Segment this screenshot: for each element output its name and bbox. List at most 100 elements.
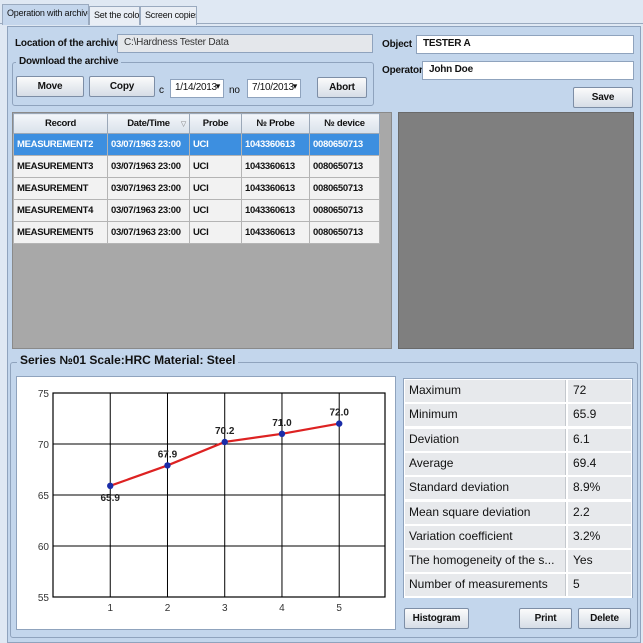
print-button[interactable]: Print <box>519 608 572 629</box>
stat-row: Deviation 6.1 <box>404 428 632 452</box>
chevron-down-icon: ▾ <box>292 81 298 91</box>
line-chart: 55 60 65 70 75 1 2 3 4 5 65.9 67.9 70.2 71.0 72.0 <box>38 389 386 614</box>
column-header-probe-no[interactable]: № Probe <box>241 113 310 134</box>
cell-probe-no: 1043360613 <box>241 199 310 222</box>
cell-record: MEASUREMENT4 <box>13 199 108 222</box>
cell-datetime: 03/07/1963 23:00 <box>107 133 190 156</box>
table-row[interactable]: MEASUREMENT 03/07/1963 23:00 UCI 1043360… <box>13 177 380 200</box>
cell-probe: UCI <box>189 221 242 244</box>
stat-name: Standard deviation <box>405 477 566 500</box>
stat-value: 6.1 <box>568 428 631 451</box>
cell-probe: UCI <box>189 177 242 200</box>
data-point <box>164 462 171 469</box>
cell-probe-no: 1043360613 <box>241 177 310 200</box>
move-button[interactable]: Move <box>16 76 84 97</box>
copy-button[interactable]: Copy <box>89 76 155 97</box>
y-tick-label: 65 <box>38 491 50 502</box>
date-from-value: 1/14/2013 <box>175 82 217 93</box>
cell-device-no: 0080650713 <box>309 155 380 178</box>
column-header-device-no[interactable]: № device <box>309 113 380 134</box>
stat-value: 69.4 <box>568 452 631 475</box>
stat-name: Minimum <box>405 404 566 427</box>
stat-value: 65.9 <box>568 404 631 427</box>
operator-field[interactable]: John Doe <box>422 61 634 80</box>
histogram-button[interactable]: Histogram <box>404 608 469 629</box>
stat-value: 8.9% <box>568 477 631 500</box>
abort-button[interactable]: Abort <box>317 77 367 98</box>
date-from-picker[interactable]: 1/14/2013 ▾ <box>170 79 224 98</box>
x-tick-label: 1 <box>107 603 113 614</box>
x-tick-label: 3 <box>222 603 228 614</box>
chevron-down-icon: ▾ <box>215 81 221 91</box>
column-header-record[interactable]: Record <box>13 113 108 134</box>
stat-row: Number of measurements 5 <box>404 573 632 598</box>
cell-probe-no: 1043360613 <box>241 155 310 178</box>
sort-icon: ▽ <box>180 121 186 128</box>
cell-record: MEASUREMENT <box>13 177 108 200</box>
cell-record: MEASUREMENT3 <box>13 155 108 178</box>
grid-header: Record Date/Time ▽ Probe № Probe № device <box>13 113 380 134</box>
stat-name: The homogeneity of the s... <box>405 550 566 573</box>
x-tick-label: 5 <box>336 603 342 614</box>
data-label: 67.9 <box>158 449 178 460</box>
data-point <box>221 438 228 446</box>
to-label: no <box>229 85 240 96</box>
y-tick-label: 70 <box>38 440 50 451</box>
stat-name: Average <box>405 452 566 475</box>
cell-device-no: 0080650713 <box>309 199 380 222</box>
cell-record: MEASUREMENT5 <box>13 221 108 244</box>
cell-probe-no: 1043360613 <box>241 221 310 244</box>
tab-set-the-color[interactable]: Set the color <box>89 6 140 25</box>
series-title: Series №01 Scale:HRC Material: Steel <box>17 353 239 367</box>
column-header-datetime-label: Date/Time <box>127 118 170 129</box>
data-point <box>278 430 286 437</box>
y-tick-label: 55 <box>38 593 50 604</box>
stat-row: The homogeneity of the s... Yes <box>404 549 632 574</box>
delete-button[interactable]: Delete <box>578 608 631 629</box>
y-tick-label: 75 <box>38 389 50 400</box>
cell-probe: UCI <box>189 155 242 178</box>
stat-name: Deviation <box>405 428 566 451</box>
tab-screen-copies[interactable]: Screen copies <box>140 6 197 25</box>
date-to-value: 7/10/2013 <box>252 82 294 93</box>
stat-name: Variation coefficient <box>405 525 566 548</box>
column-header-probe[interactable]: Probe <box>189 113 242 134</box>
cell-device-no: 0080650713 <box>309 133 380 156</box>
stat-name: Maximum <box>405 380 566 402</box>
download-group-title: Download the archive <box>16 56 122 67</box>
y-tick-label: 60 <box>38 542 50 553</box>
data-label: 70.2 <box>215 426 235 437</box>
tab-operation-with-archive[interactable]: Operation with archive <box>2 4 89 25</box>
tab-strip: Operation with archive Set the color Scr… <box>0 0 643 25</box>
x-tick-label: 2 <box>165 603 171 614</box>
date-to-picker[interactable]: 7/10/2013 ▾ <box>247 79 301 98</box>
stat-name: Number of measurements <box>405 574 566 597</box>
operator-label: Operator <box>382 65 423 76</box>
stat-value: Yes <box>568 550 631 573</box>
cell-device-no: 0080650713 <box>309 177 380 200</box>
cell-datetime: 03/07/1963 23:00 <box>107 221 190 244</box>
stat-row: Variation coefficient 3.2% <box>404 525 632 550</box>
cell-record: MEASUREMENT2 <box>13 133 108 156</box>
data-label: 71.0 <box>272 418 292 429</box>
statistics-table: Maximum 72 Minimum 65.9 Deviation 6.1 Average 6… <box>403 378 633 598</box>
table-row[interactable]: MEASUREMENT5 03/07/1963 23:00 UCI 104336… <box>13 221 380 244</box>
stat-row: Maximum 72 <box>404 379 632 404</box>
object-field[interactable]: TESTER A <box>416 35 634 54</box>
data-point <box>336 420 343 427</box>
cell-datetime: 03/07/1963 23:00 <box>107 199 190 222</box>
table-row[interactable]: MEASUREMENT4 03/07/1963 23:00 UCI 104336… <box>13 199 380 222</box>
cell-device-no: 0080650713 <box>309 221 380 244</box>
column-header-datetime[interactable]: Date/Time ▽ <box>107 113 190 134</box>
object-label: Object <box>382 39 412 50</box>
stat-value: 72 <box>568 380 631 402</box>
x-tick-label: 4 <box>279 603 285 614</box>
location-label: Location of the archive <box>15 38 120 49</box>
location-field[interactable]: C:\Hardness Tester Data <box>117 34 373 53</box>
table-row[interactable]: MEASUREMENT3 03/07/1963 23:00 UCI 104336… <box>13 155 380 178</box>
cell-probe: UCI <box>189 133 242 156</box>
table-row[interactable]: MEASUREMENT2 03/07/1963 23:00 UCI 104336… <box>13 133 380 156</box>
cell-datetime: 03/07/1963 23:00 <box>107 177 190 200</box>
stat-row: Mean square deviation 2.2 <box>404 501 632 525</box>
save-button[interactable]: Save <box>573 87 633 108</box>
